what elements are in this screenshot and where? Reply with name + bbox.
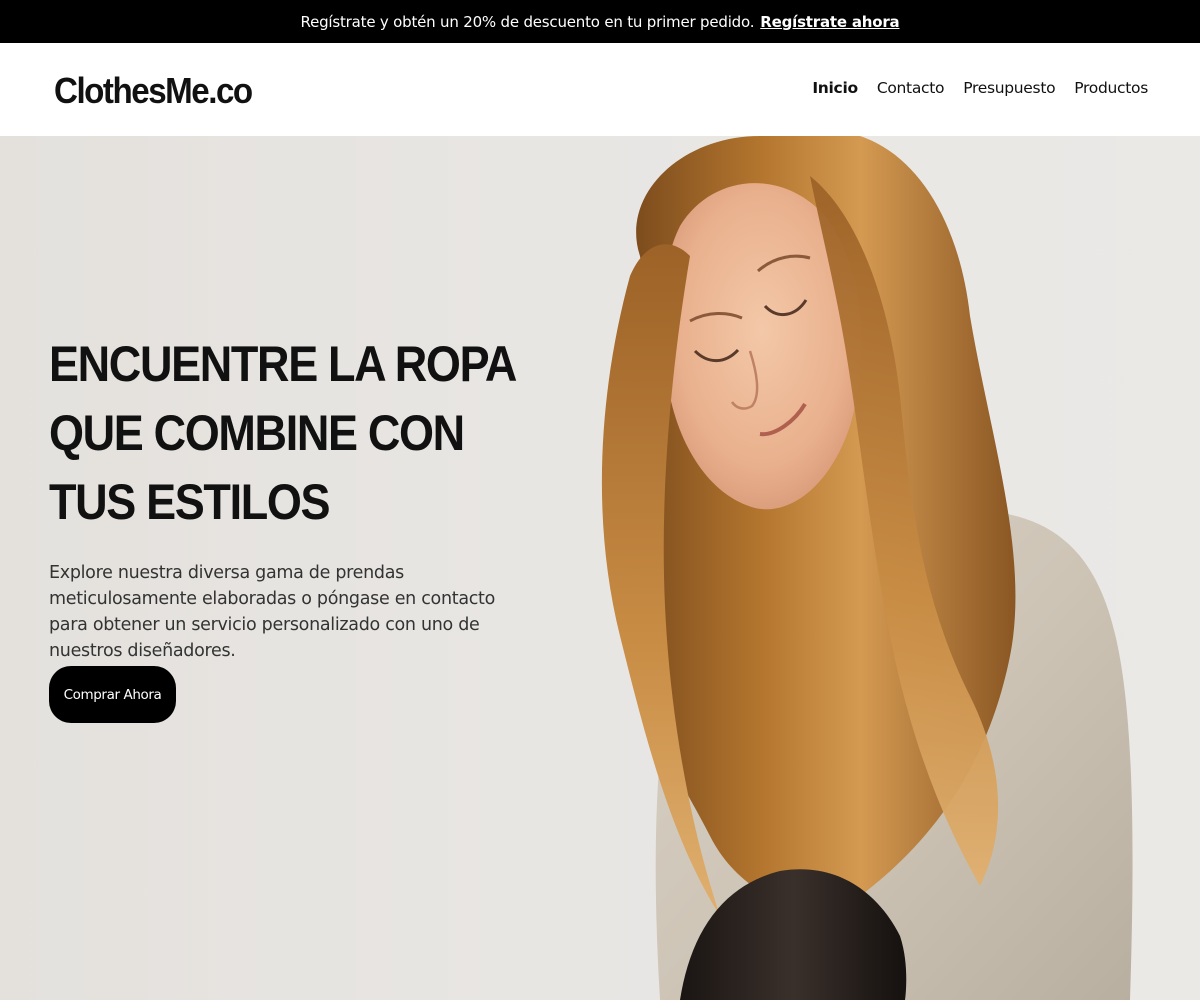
shop-now-button[interactable]: Comprar Ahora — [49, 666, 176, 723]
nav-item-contacto[interactable]: Contacto — [877, 79, 945, 97]
nav-item-productos[interactable]: Productos — [1074, 79, 1148, 97]
site-logo[interactable]: ClothesMe.co — [54, 70, 253, 112]
promo-bar: Regístrate y obtén un 20% de descuento e… — [0, 0, 1200, 43]
site-header: ClothesMe.co Inicio Contacto Presupuesto… — [0, 43, 1200, 136]
hero-section: ENCUENTRE LA ROPA QUE COMBINE CON TUS ES… — [0, 136, 1200, 1000]
hero-title-line: QUE COMBINE CON — [49, 405, 465, 461]
hero-title-line: TUS ESTILOS — [49, 474, 331, 530]
nav-item-presupuesto[interactable]: Presupuesto — [963, 79, 1055, 97]
hero-title: ENCUENTRE LA ROPA QUE COMBINE CON TUS ES… — [49, 330, 517, 537]
hero-title-line: ENCUENTRE LA ROPA — [49, 336, 517, 392]
promo-text: Regístrate y obtén un 20% de descuento e… — [300, 12, 755, 31]
hero-photo — [601, 136, 1133, 1000]
register-link[interactable]: Regístrate ahora — [760, 13, 899, 31]
nav-item-inicio[interactable]: Inicio — [812, 79, 858, 97]
hero-description: Explore nuestra diversa gama de prendas … — [49, 563, 496, 661]
main-nav: Inicio Contacto Presupuesto Productos — [812, 79, 1148, 97]
